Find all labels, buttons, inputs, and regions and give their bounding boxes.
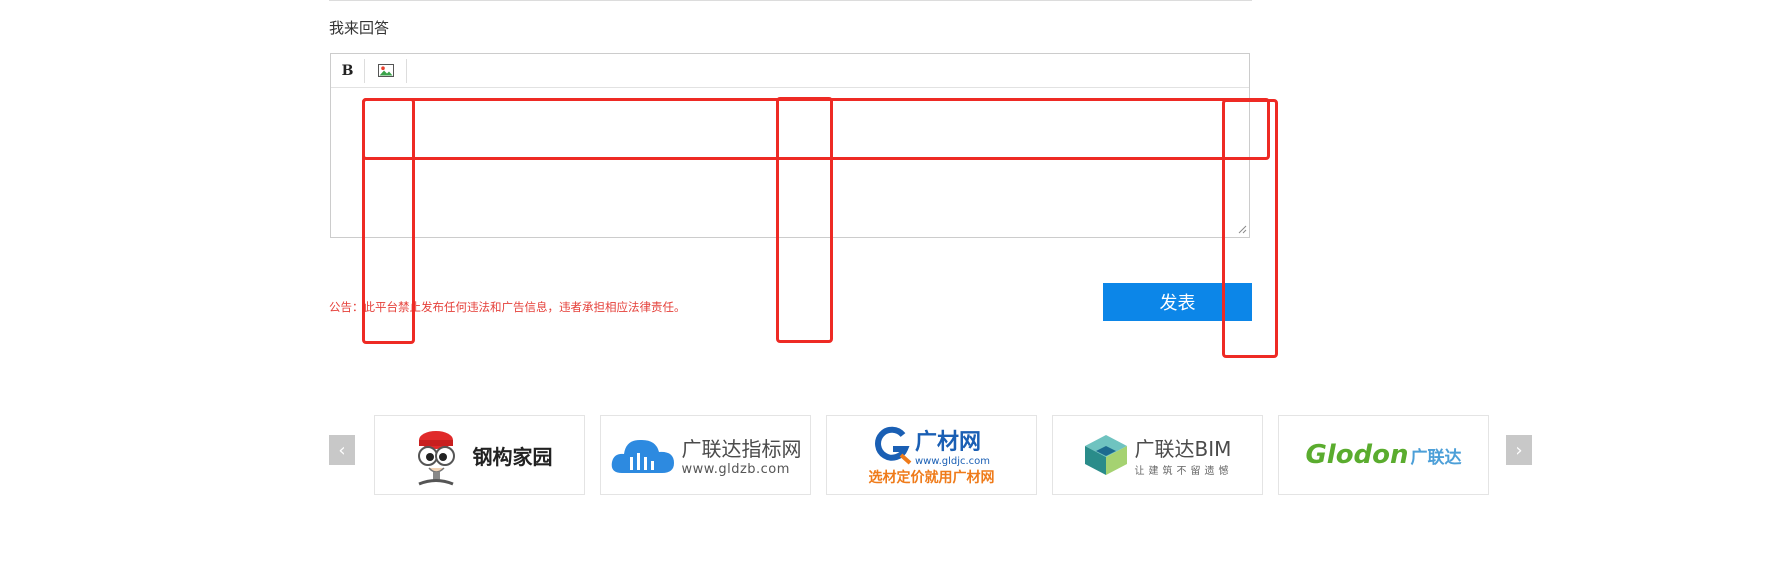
- partner-brand: Glodon: [1305, 440, 1409, 470]
- editor-toolbar: B: [331, 54, 1249, 88]
- submit-button[interactable]: 发表: [1103, 283, 1252, 321]
- cube-logo-icon: [1084, 435, 1127, 475]
- chevron-left-icon: ‹: [338, 439, 346, 461]
- reply-textarea[interactable]: [331, 88, 1249, 236]
- partner-logo-gldbim[interactable]: 广联达BIM 让建筑不留遗憾: [1052, 415, 1263, 495]
- mascot-logo-icon: [417, 431, 455, 486]
- partner-name: 广联达: [1410, 447, 1462, 468]
- partner-slogan: 让建筑不留遗憾: [1134, 466, 1233, 477]
- insert-image-button[interactable]: [365, 58, 407, 83]
- carousel-next-button[interactable]: ›: [1506, 435, 1532, 465]
- top-divider: [329, 0, 1252, 1]
- bold-button[interactable]: B: [331, 58, 365, 83]
- reply-editor: B: [330, 53, 1250, 238]
- cloud-logo-icon: [611, 439, 674, 473]
- g-magnifier-logo-icon: [875, 426, 912, 465]
- partner-name: 广联达指标网: [681, 437, 802, 461]
- notice-text: 公告：此平台禁止发布任何违法和广告信息，违者承担相应法律责任。: [329, 300, 686, 314]
- resize-grip-icon[interactable]: [1237, 224, 1247, 234]
- partner-logo-glodon[interactable]: Glodon 广联达: [1278, 415, 1489, 495]
- partner-slogan: 选材定价就用广材网: [868, 469, 995, 486]
- chevron-right-icon: ›: [1515, 439, 1523, 461]
- carousel-prev-button[interactable]: ‹: [329, 435, 355, 465]
- partner-logo-gldzb[interactable]: 广联达指标网 www.gldzb.com: [600, 415, 811, 495]
- partner-url: www.gldzb.com: [681, 462, 790, 477]
- partner-logo-gangoujiayuan[interactable]: 钢构家园: [374, 415, 585, 495]
- partner-name: 钢构家园: [472, 444, 553, 469]
- image-icon: [377, 64, 394, 77]
- partner-name: 广联达BIM: [1134, 437, 1232, 461]
- partner-url: www.gldjc.com: [914, 455, 991, 467]
- partner-name: 广材网: [914, 429, 981, 455]
- partner-logo-gldjc[interactable]: 广材网 www.gldjc.com 选材定价就用广材网: [826, 415, 1037, 495]
- reply-section-title: 我来回答: [329, 19, 390, 37]
- editor-body: [331, 88, 1249, 236]
